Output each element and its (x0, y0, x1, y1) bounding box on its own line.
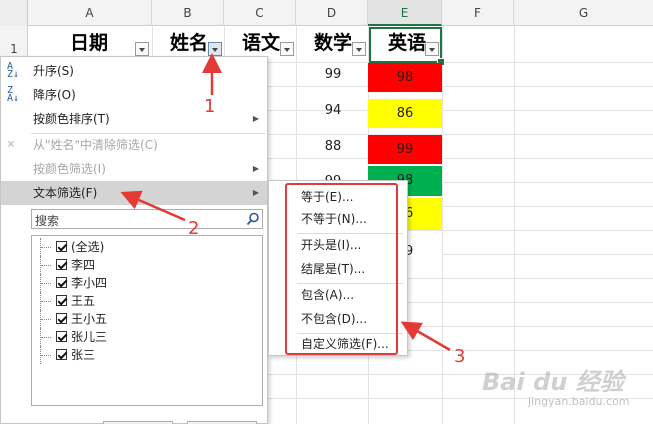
column-header-d[interactable]: D (296, 0, 368, 26)
menu-text-filter[interactable]: 文本筛选(F) ▶ (1, 181, 267, 205)
list-item-label: 李小四 (71, 276, 108, 290)
checkbox[interactable] (56, 241, 67, 252)
chevron-right-icon: ▶ (252, 164, 259, 173)
sort-descending-icon: Z A↓ (7, 85, 20, 104)
select-all-corner[interactable] (0, 0, 28, 26)
tree-line (40, 274, 54, 292)
checkbox[interactable] (56, 331, 67, 342)
menu-sort-by-color[interactable]: 按颜色排序(T) ▶ (1, 107, 267, 131)
chevron-right-icon: ▶ (252, 114, 259, 123)
checkbox[interactable] (56, 259, 67, 270)
checkbox[interactable] (56, 349, 67, 360)
annotation-number-2: 2 (188, 218, 200, 239)
filter-menu: A Z↓ 升序(S) Z A↓ 降序(O) 按颜色排序(T) ▶ ⨯ 从"姓名"中清… (0, 56, 268, 424)
selected-cell-outline (369, 27, 445, 66)
filter-dropdown-date[interactable] (135, 42, 149, 56)
sort-ascending-icon: A Z↓ (7, 61, 20, 80)
menu-label: 降序(O) (33, 88, 76, 102)
english-cell[interactable]: 99 (368, 135, 442, 164)
math-cell[interactable]: 99 (300, 63, 366, 87)
tree-line (40, 310, 54, 328)
column-header-a[interactable]: A (28, 0, 152, 26)
chevron-right-icon: ▶ (252, 188, 259, 197)
tree-line (40, 256, 54, 274)
column-header-c[interactable]: C (224, 0, 296, 26)
checkbox[interactable] (56, 313, 67, 324)
header-cell-math[interactable]: 数学 (314, 28, 352, 62)
tree-line (40, 292, 54, 310)
column-header-g[interactable]: G (514, 0, 653, 26)
annotation-number-3: 3 (454, 346, 466, 367)
menu-sort-descending[interactable]: Z A↓ 降序(O) (1, 83, 267, 107)
math-cell[interactable]: 94 (300, 99, 366, 123)
watermark-url: jingyan.baidu.com (528, 395, 630, 408)
math-cell[interactable]: 88 (300, 135, 366, 159)
filter-dropdown-math[interactable] (352, 42, 366, 56)
search-input[interactable]: 搜索 (31, 209, 263, 229)
menu-sort-ascending[interactable]: A Z↓ 升序(S) (1, 59, 267, 83)
menu-clear-filter: ⨯ 从"姓名"中清除筛选(C) (1, 133, 267, 157)
row-header-1[interactable]: 1 (0, 42, 28, 56)
filter-dropdown-chinese[interactable] (280, 42, 294, 56)
menu-filter-by-color: 按颜色筛选(I) ▶ (1, 157, 267, 181)
list-item-label: 王五 (71, 294, 96, 308)
tree-line (40, 346, 54, 364)
column-header-bar: A B C D E F G (0, 0, 653, 26)
english-cell[interactable]: 98 (368, 63, 442, 92)
annotation-arrow-3 (400, 321, 451, 352)
list-item-label: 张儿三 (71, 330, 108, 344)
checkbox[interactable] (56, 295, 67, 306)
watermark-logo: Bai du 经验 (482, 368, 624, 396)
annotation-highlight-box (285, 183, 398, 355)
checkbox[interactable] (56, 277, 67, 288)
list-item-label: (全选) (71, 240, 105, 254)
filter-value-list: (全选) 李四 李小四 王五 王小五 张儿三 张三 (31, 235, 263, 406)
filter-dropdown-name[interactable] (208, 42, 222, 56)
tree-line (40, 328, 54, 346)
english-cell[interactable]: 86 (368, 99, 442, 128)
annotation-number-1: 1 (204, 96, 216, 117)
tree-line (40, 238, 54, 256)
column-header-e[interactable]: E (368, 0, 442, 26)
list-item-label: 李四 (71, 258, 96, 272)
list-item-label: 张三 (71, 348, 96, 362)
menu-label: 从"姓名"中清除筛选(C) (33, 138, 158, 152)
column-header-b[interactable]: B (152, 0, 224, 26)
search-icon (246, 212, 259, 226)
menu-label: 按颜色排序(T) (33, 112, 110, 126)
menu-label: 升序(S) (33, 64, 74, 78)
menu-label: 文本筛选(F) (33, 186, 98, 200)
column-header-f[interactable]: F (442, 0, 514, 26)
clear-filter-icon: ⨯ (7, 137, 15, 152)
menu-label: 按颜色筛选(I) (33, 162, 106, 176)
list-item-label: 王小五 (71, 312, 108, 326)
search-placeholder: 搜索 (35, 214, 60, 228)
